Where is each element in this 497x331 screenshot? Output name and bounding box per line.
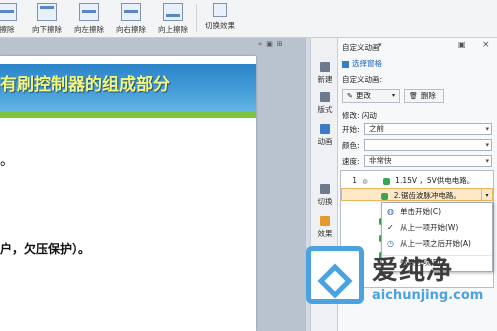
animation-item[interactable]: 1 ◍ 1.15V ，5V供电电路。 xyxy=(341,174,493,187)
watermark-logo-icon xyxy=(317,263,353,299)
chevron-down-icon[interactable]: ▾ xyxy=(481,189,492,200)
slide-view-tabs: « ▣ ⊞ xyxy=(258,40,283,52)
watermark-url: aichunjing.com xyxy=(372,288,484,303)
slide-title[interactable]: 有刷控制器的组成部分 xyxy=(0,70,256,95)
modify-label: 修改: 闪动 xyxy=(342,111,377,120)
menu-item-start-on-click[interactable]: ◍ 单击开始(C) xyxy=(382,205,492,219)
pane-dock-icon[interactable]: ▣ xyxy=(458,40,466,49)
color-select[interactable]: ▾ xyxy=(364,139,492,151)
chevron-down-icon: ▾ xyxy=(485,141,489,149)
clock-icon: ◷ xyxy=(387,239,394,248)
wipe-up-button[interactable]: 向上擦除 xyxy=(156,2,190,35)
wipe-right-icon xyxy=(121,3,141,21)
chevron-down-icon: ▾ xyxy=(391,92,395,99)
wipe-right-button[interactable]: 向右擦除 xyxy=(114,2,148,35)
animation-icon xyxy=(320,124,330,134)
sidebar-item-animation[interactable]: 动画 xyxy=(313,124,337,147)
mouse-click-icon: ◍ xyxy=(362,178,368,185)
menu-item-start-with-previous[interactable]: ✓ 从上一项开始(W) xyxy=(382,221,492,235)
close-icon[interactable]: × xyxy=(482,40,490,50)
collapse-icon[interactable]: « xyxy=(258,40,262,52)
wipe-down-icon xyxy=(37,3,57,21)
wipe-button[interactable]: 擦除 xyxy=(0,2,22,35)
animation-toolbar: 擦除 向下擦除 向左擦除 向右擦除 向上擦除 切换效果 xyxy=(0,0,497,38)
sidebar-item-transition[interactable]: 切换 xyxy=(313,184,337,207)
switch-effect-icon xyxy=(213,3,227,17)
pane-menu-chevron-icon[interactable]: ▾ xyxy=(378,41,382,49)
checkmark-icon: ✓ xyxy=(387,223,394,232)
pane-title: 自定义动画 xyxy=(342,43,380,52)
effect-star-icon xyxy=(382,177,390,185)
toolbar-divider xyxy=(196,4,197,32)
select-pane-link[interactable]: 选择窗格 xyxy=(342,58,382,69)
edit-icon: ✎ xyxy=(347,92,353,100)
animation-item-selected[interactable]: 2.锯齿波脉冲电路。 ▾ xyxy=(341,188,493,201)
effect-icon xyxy=(320,216,330,226)
chevron-down-icon: ▾ xyxy=(485,157,489,165)
trash-icon: 🗑 xyxy=(409,92,418,100)
chevron-down-icon: ▾ xyxy=(485,125,489,133)
custom-animation-label: 自定义动画: xyxy=(342,75,383,84)
sidebar-item-new[interactable]: 新建 xyxy=(313,62,337,85)
start-select[interactable]: 之前 ▾ xyxy=(364,123,492,135)
mouse-icon: ◍ xyxy=(387,207,394,216)
speed-select[interactable]: 非常快 ▾ xyxy=(364,155,492,167)
wipe-up-icon xyxy=(163,3,183,21)
layout-icon xyxy=(320,92,330,102)
transition-icon xyxy=(320,184,330,194)
wipe-down-button[interactable]: 向下擦除 xyxy=(30,2,64,35)
delete-effect-button[interactable]: 🗑 删除 xyxy=(404,89,444,103)
watermark-text: 爱纯净 xyxy=(372,256,454,286)
watermark-logo xyxy=(306,246,364,304)
speed-label: 速度: xyxy=(342,157,360,166)
wipe-left-icon xyxy=(79,3,99,21)
start-label: 开始: xyxy=(342,125,360,134)
menu-item-start-after-previous[interactable]: ◷ 从上一项之后开始(A) xyxy=(382,237,492,251)
slide-body-text[interactable]: 户，欠压保护）。 xyxy=(0,240,90,257)
wipe-left-button[interactable]: 向左擦除 xyxy=(72,2,106,35)
new-icon xyxy=(320,62,330,72)
sidebar-item-layout[interactable]: 版式 xyxy=(313,92,337,115)
color-label: 颜色: xyxy=(342,141,360,150)
select-pane-icon xyxy=(342,60,349,68)
slide-green-stripe xyxy=(0,112,256,118)
sidebar-item-effect[interactable]: 效果 xyxy=(313,216,337,239)
wipe-icon xyxy=(0,3,17,21)
change-effect-button[interactable]: ✎ 更改 ▾ xyxy=(342,89,400,103)
outline-icon[interactable]: ▣ xyxy=(266,40,273,52)
switch-effect-button[interactable]: 切换效果 xyxy=(202,2,238,35)
slides-icon[interactable]: ⊞ xyxy=(277,40,283,52)
slide-bullet-text[interactable]: 。 xyxy=(0,150,14,170)
effect-star-icon xyxy=(381,192,389,200)
